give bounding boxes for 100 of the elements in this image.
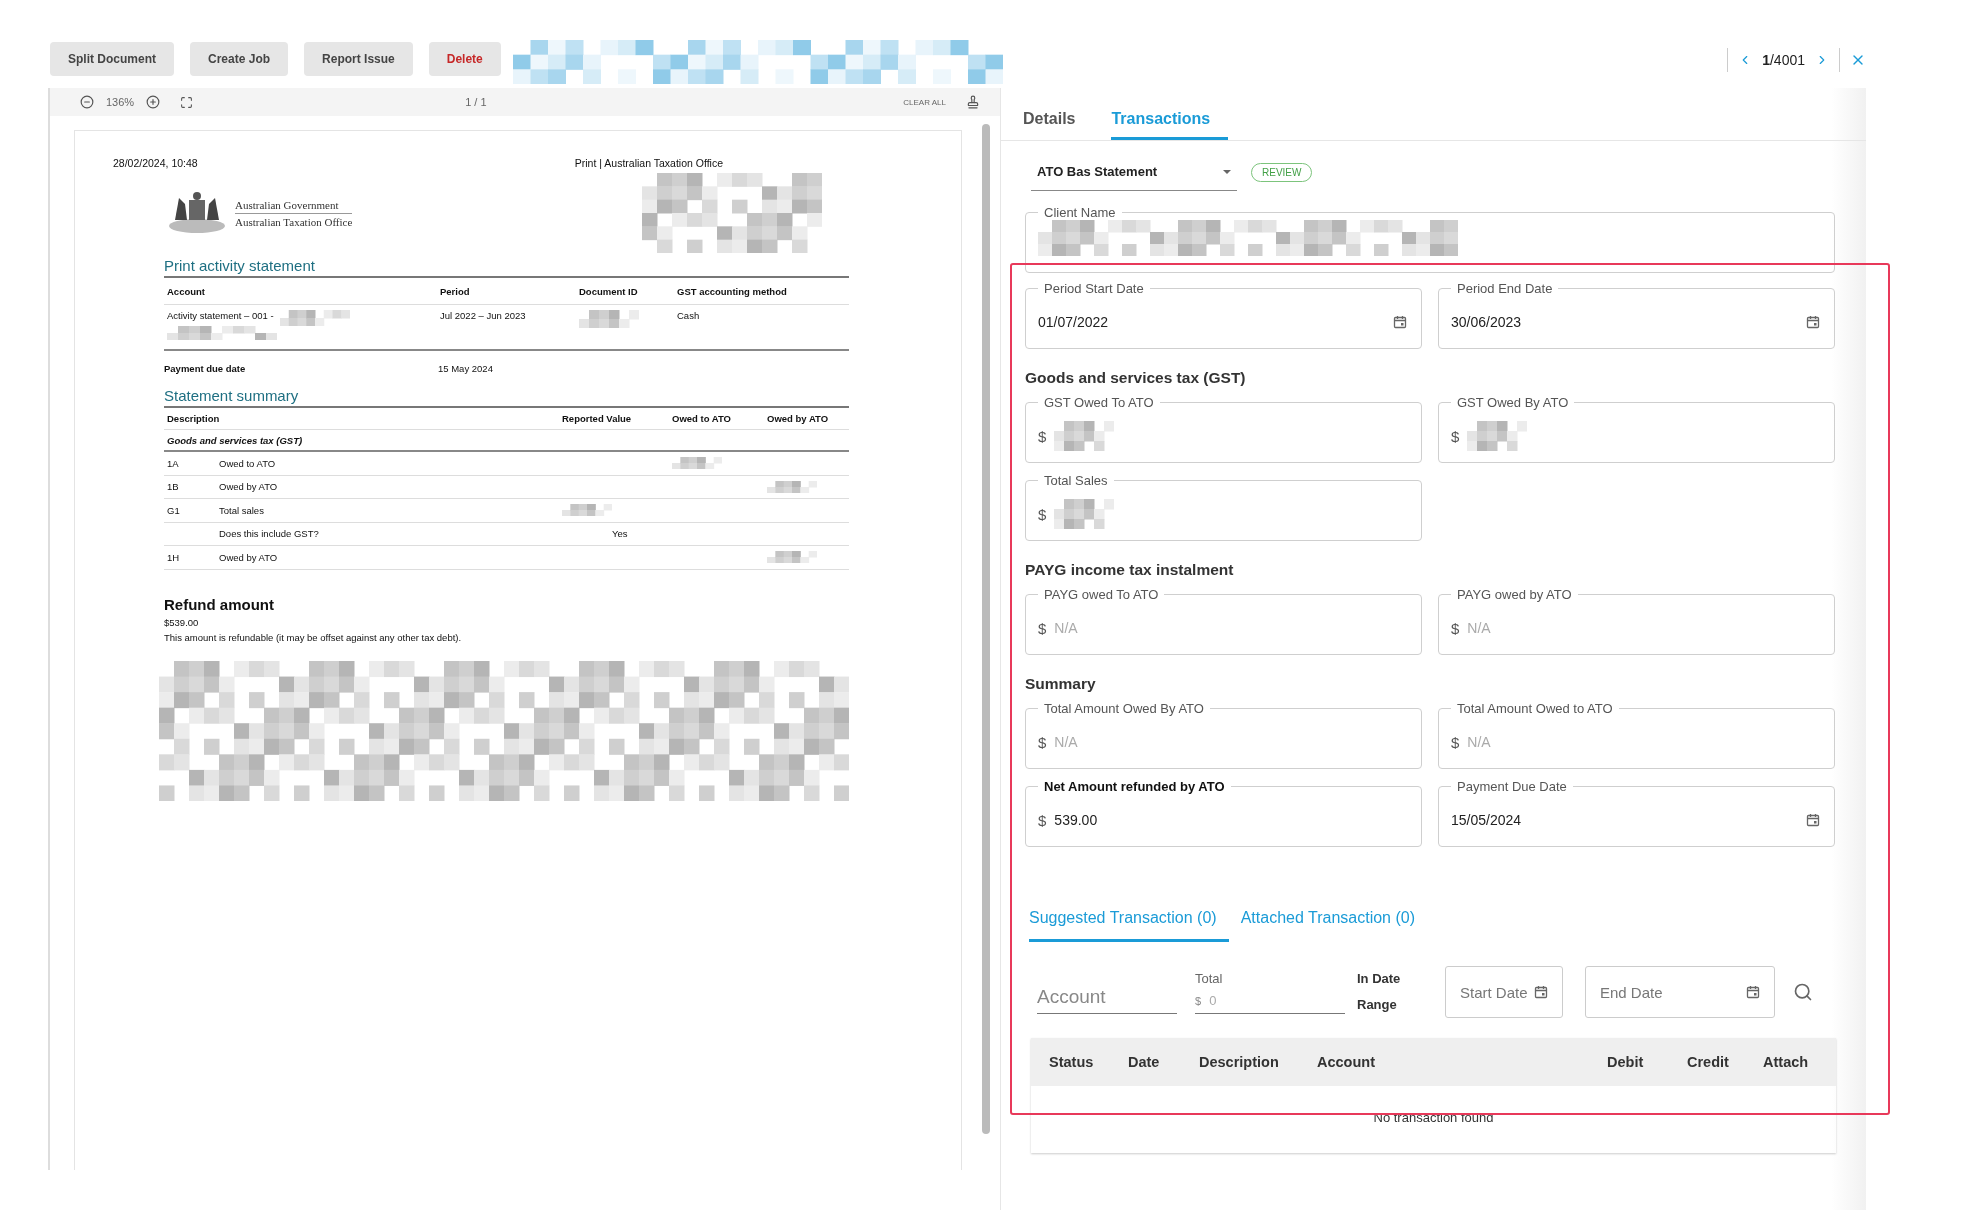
currency-prefix: $ (1038, 811, 1047, 829)
toolbar-button[interactable]: Create Job (190, 42, 289, 76)
toolbar-button[interactable]: Report Issue (304, 42, 413, 76)
field-value: 01/07/2022 (1038, 314, 1109, 330)
field-label: Client Name (1043, 205, 1117, 220)
field-label: Payment due date (164, 363, 247, 374)
table-cell-text: Cash (677, 310, 701, 321)
date-field[interactable]: Period End Date 30/06/2023 (1438, 281, 1835, 349)
amount-field[interactable]: PAYG owed To ATO $ N/A (1025, 587, 1422, 655)
line-code: 1B (167, 481, 180, 493)
field-label: Total Sales (1043, 473, 1109, 488)
table-cell-text: Owed by ATO (219, 551, 279, 563)
currency-prefix: $ (1038, 619, 1047, 637)
zoom-in-icon[interactable] (146, 95, 161, 109)
calendar-icon[interactable] (1393, 315, 1407, 329)
table-cell-text: Owed by ATO (219, 481, 279, 493)
section-heading: Summary (1025, 675, 1097, 693)
date-field[interactable]: Payment Due Date 15/05/2024 (1438, 779, 1835, 847)
account-field[interactable]: Account (1037, 980, 1177, 1014)
date-range-label: In Date Range (1357, 970, 1402, 1014)
agency-name: Australian Taxation Office (235, 214, 353, 230)
start-date-field[interactable]: Start Date (1445, 966, 1563, 1018)
line-code: G1 (167, 504, 181, 516)
column-header: Attach (1763, 1054, 1810, 1070)
currency-prefix: $ (1038, 733, 1047, 751)
table-cell-text: Yes (611, 528, 629, 540)
field-label: Total Amount Owed By ATO (1043, 701, 1205, 716)
placeholder-text: End Date (1600, 983, 1663, 1001)
column-header: Reported Value (562, 413, 633, 424)
field-label: Net Amount refunded by ATO (1043, 779, 1226, 794)
column-header: Owed to ATO (672, 413, 732, 424)
column-header: Period (440, 285, 471, 297)
table-cell-text: Jul 2022 – Jun 2023 (440, 310, 527, 321)
toolbar-button[interactable]: Split Document (50, 42, 174, 76)
tab[interactable]: Details (1023, 88, 1094, 140)
placeholder-text: N/A (1467, 620, 1491, 636)
calendar-icon[interactable] (1806, 315, 1820, 329)
placeholder-text: N/A (1467, 734, 1491, 750)
calendar-icon[interactable] (1806, 813, 1820, 827)
total-field[interactable]: $ 0 (1195, 988, 1345, 1014)
stamp-icon[interactable] (966, 95, 980, 109)
field-label: Total Amount Owed to ATO (1456, 701, 1614, 716)
currency-prefix: $ (1038, 505, 1047, 523)
field-label: Period End Date (1456, 281, 1554, 296)
column-header: GST accounting method (677, 285, 788, 297)
end-date-field[interactable]: End Date (1585, 966, 1775, 1018)
amount-field[interactable]: Total Amount Owed to ATO $ N/A (1438, 701, 1835, 769)
line-code: 1H (167, 551, 181, 563)
currency-prefix: $ (1451, 733, 1460, 751)
zoom-level: 136% (106, 96, 135, 108)
amount-field[interactable]: GST Owed By ATO $ (1438, 395, 1835, 463)
zoom-out-icon[interactable] (80, 95, 94, 109)
page-indicator: 1 / 1 (465, 96, 487, 108)
search-icon[interactable] (1793, 982, 1813, 1002)
column-header: Description (167, 413, 221, 424)
amount-field[interactable]: GST Owed To ATO $ (1025, 395, 1422, 463)
column-header: Credit (1687, 1054, 1730, 1070)
table-cell-text: Total sales (219, 504, 265, 516)
fullscreen-icon[interactable] (180, 95, 194, 109)
field-label: Period Start Date (1043, 281, 1145, 296)
amount-field[interactable]: Net Amount refunded by ATO $ 539.00 (1025, 779, 1422, 847)
line-code: 1A (167, 457, 180, 469)
column-header: Date (1128, 1054, 1161, 1070)
field-label: Payment Due Date (1456, 779, 1568, 794)
column-header: Account (167, 285, 206, 297)
column-header: Document ID (579, 285, 639, 297)
column-header: Description (1199, 1054, 1280, 1070)
field-label: PAYG owed To ATO (1043, 587, 1160, 602)
column-header: Owed by ATO (767, 413, 830, 424)
placeholder-text: N/A (1054, 734, 1078, 750)
redacted-block (279, 310, 350, 326)
delete-button[interactable]: Delete (428, 42, 501, 76)
date-field[interactable]: Period Start Date 01/07/2022 (1025, 281, 1422, 349)
client-name-field[interactable]: Client Name (1025, 205, 1835, 273)
column-header: Status (1049, 1054, 1095, 1070)
field-value: 30/06/2023 (1451, 314, 1522, 330)
amount-field[interactable]: Total Sales $ (1025, 473, 1422, 541)
print-title: Print | Australian Taxation Office (574, 157, 723, 169)
refund-amount: $539.00 (164, 616, 200, 628)
placeholder-text: N/A (1054, 620, 1078, 636)
field-value: 15/05/2024 (1451, 812, 1522, 828)
scrollbar[interactable] (982, 124, 990, 1134)
field-label: GST Owed By ATO (1456, 395, 1570, 410)
refund-heading: Refund amount (164, 595, 275, 613)
column-header: Debit (1607, 1054, 1645, 1070)
document-type-select[interactable]: ATO Bas Statement (1031, 153, 1237, 191)
section-heading: Goods and services tax (GST) (1025, 369, 1247, 387)
field-label: GST Owed To ATO (1043, 395, 1155, 410)
calendar-icon[interactable] (1746, 985, 1760, 999)
column-header: Account (1317, 1054, 1376, 1070)
field-label: PAYG owed by ATO (1456, 587, 1573, 602)
calendar-icon[interactable] (1534, 985, 1548, 999)
amount-field[interactable]: PAYG owed by ATO $ N/A (1438, 587, 1835, 655)
currency-prefix: $ (1451, 619, 1460, 637)
field-label: Total (1195, 971, 1224, 986)
placeholder-text: Account (1037, 985, 1106, 1008)
clear-all-button[interactable]: CLEAR ALL (903, 97, 946, 107)
amount-field[interactable]: Total Amount Owed By ATO $ N/A (1025, 701, 1422, 769)
currency-prefix: $ (1038, 427, 1047, 445)
table-cell-text: Does this include GST? (219, 528, 320, 540)
